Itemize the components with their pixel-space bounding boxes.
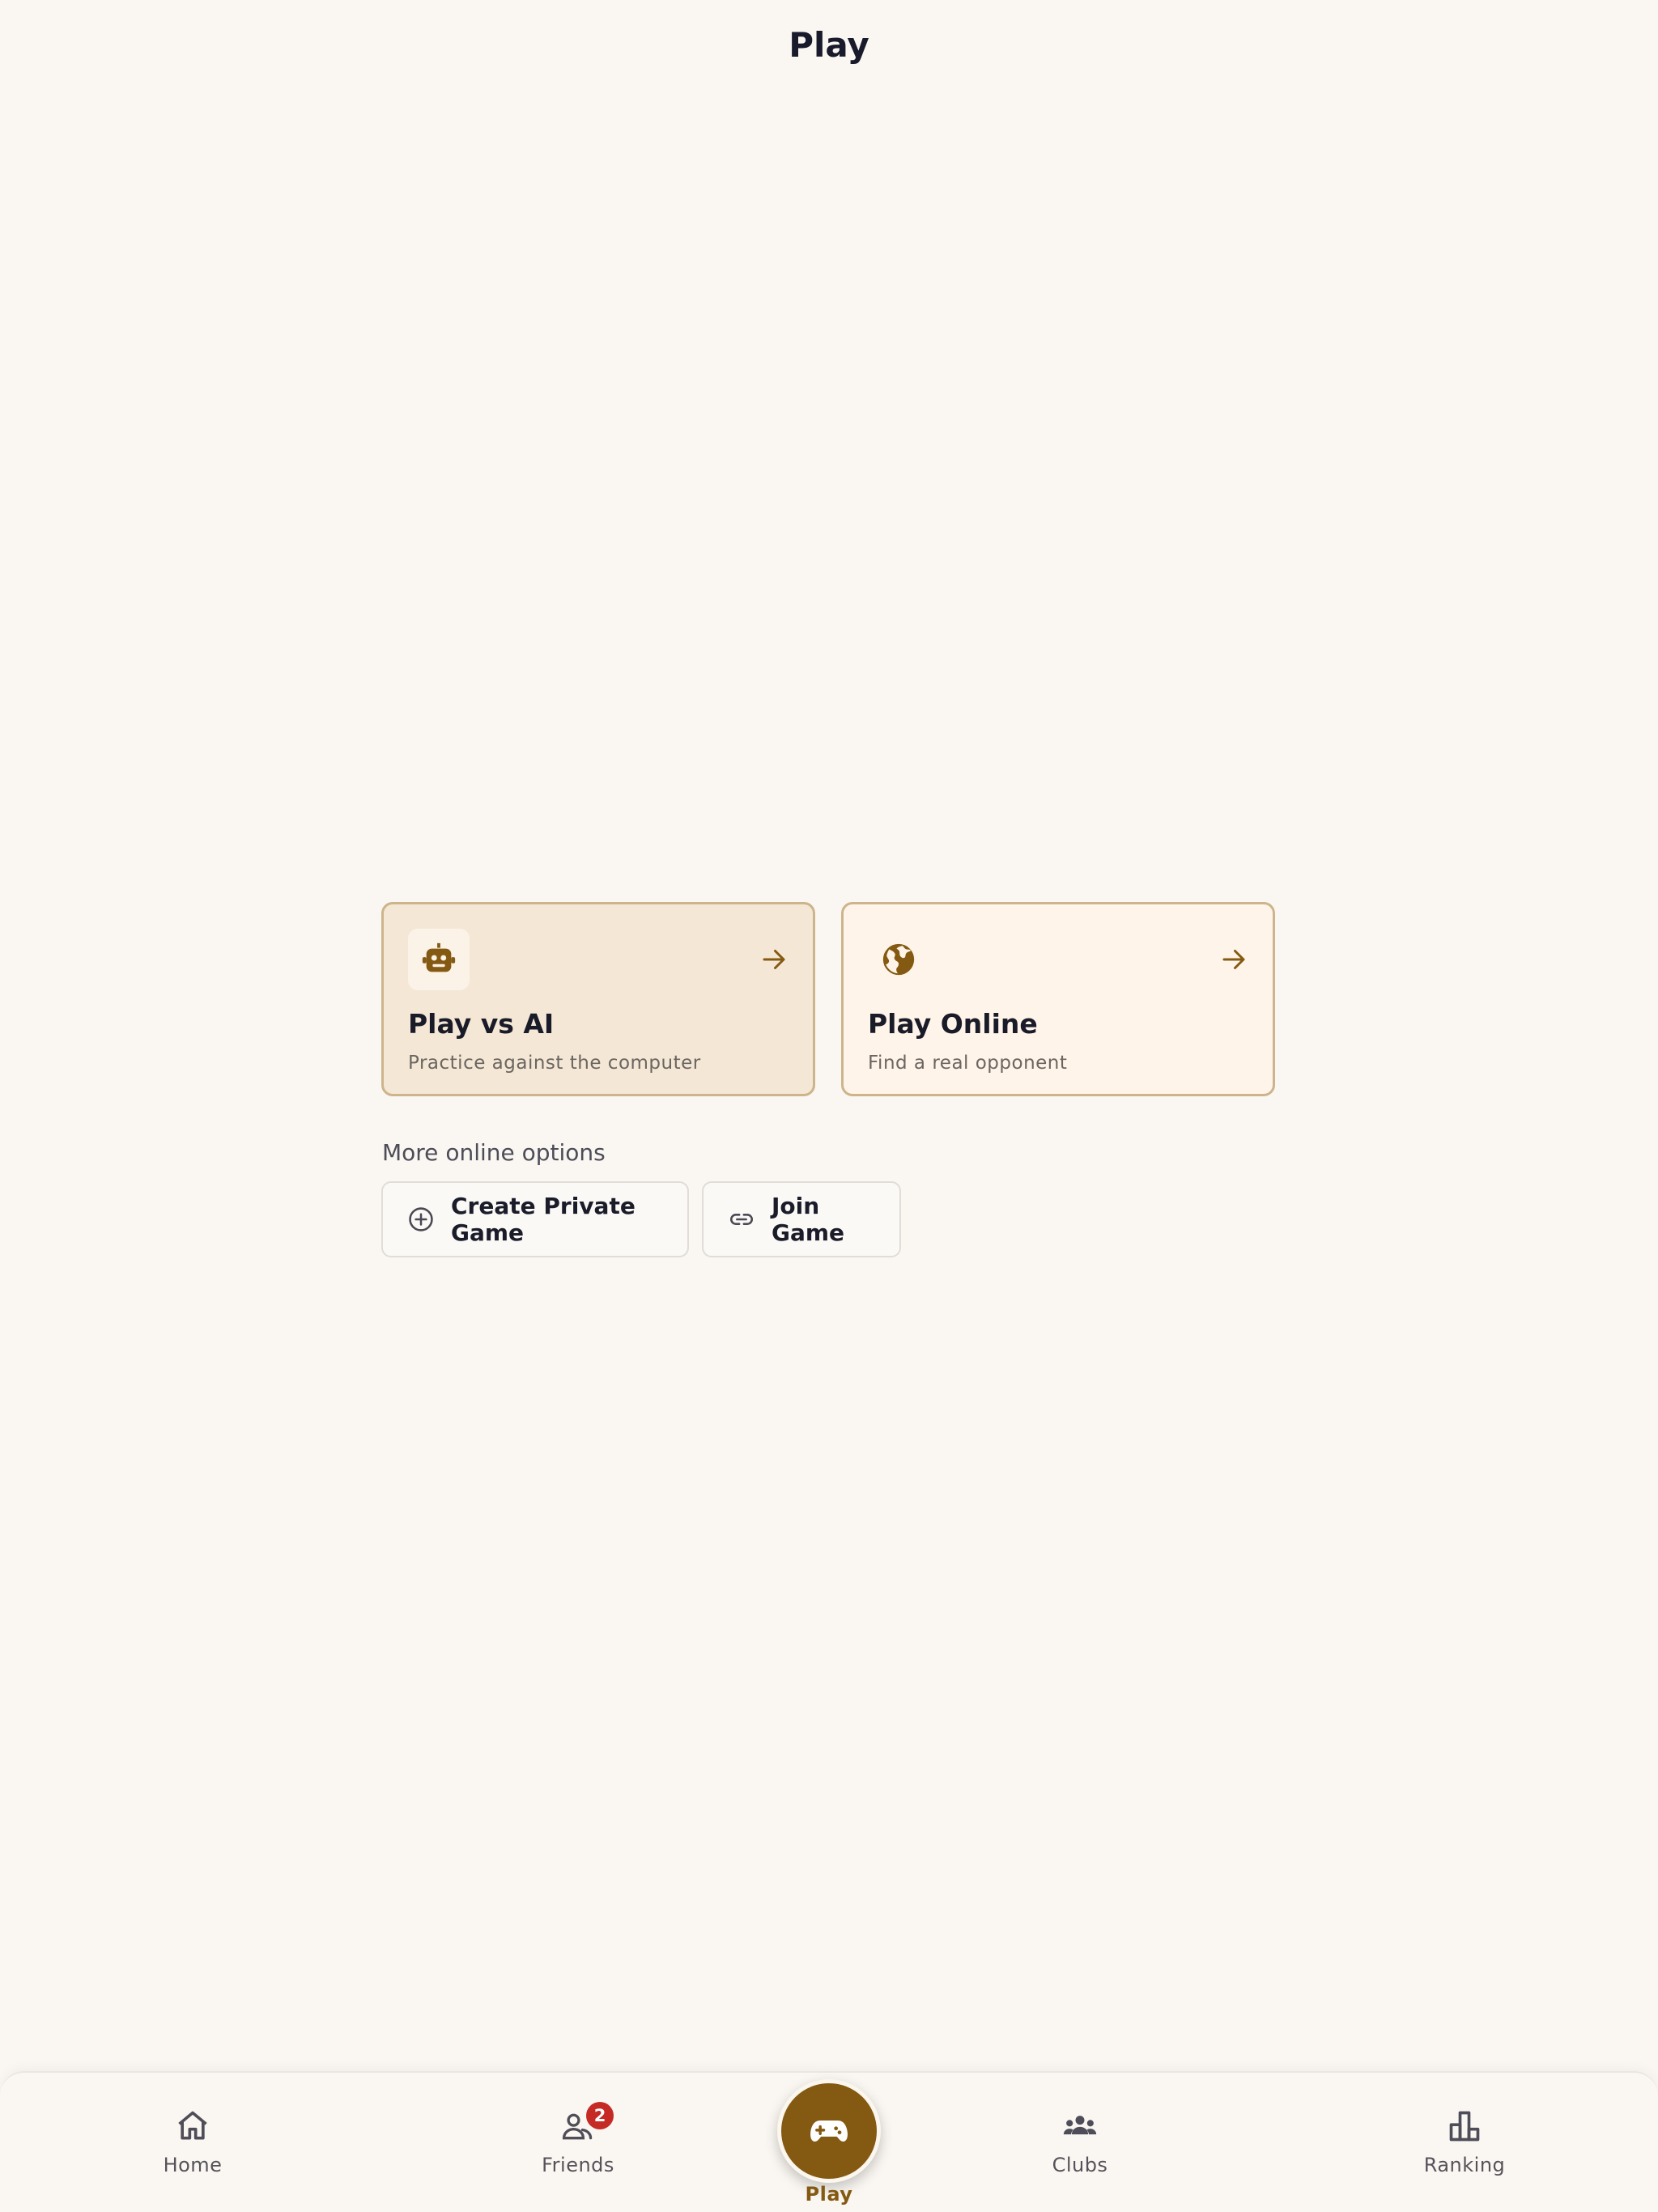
join-game-button[interactable]: Join Game bbox=[702, 1181, 901, 1257]
nav-friends-label: Friends bbox=[542, 2154, 614, 2176]
create-private-game-label: Create Private Game bbox=[451, 1193, 636, 1246]
nav-home[interactable]: Home bbox=[112, 2108, 274, 2178]
nav-home-label: Home bbox=[163, 2154, 223, 2176]
nav-ranking[interactable]: Ranking bbox=[1384, 2108, 1545, 2178]
plus-circle-icon bbox=[409, 1207, 433, 1231]
friends-badge: 2 bbox=[586, 2102, 614, 2129]
card-title: Play Online bbox=[868, 1008, 1038, 1040]
arrow-right-icon bbox=[763, 950, 785, 969]
page-title: Play bbox=[789, 25, 869, 65]
nav-clubs[interactable]: Clubs bbox=[999, 2108, 1161, 2178]
arrow-right-icon bbox=[1222, 950, 1245, 969]
nav-friends[interactable]: 2 Friends bbox=[497, 2102, 659, 2178]
play-screen: Play Play vs AI Practice against the com… bbox=[0, 0, 1658, 2212]
nav-clubs-label: Clubs bbox=[1052, 2154, 1108, 2176]
play-online-card[interactable]: Play Online Find a real opponent bbox=[841, 902, 1275, 1096]
robot-icon bbox=[408, 929, 470, 990]
link-icon bbox=[730, 1214, 753, 1225]
nav-ranking-label: Ranking bbox=[1423, 2154, 1506, 2176]
clubs-icon bbox=[1063, 2116, 1097, 2135]
card-title: Play vs AI bbox=[408, 1008, 555, 1040]
nav-play-label: Play bbox=[805, 2183, 853, 2206]
globe-icon bbox=[868, 929, 929, 990]
play-vs-ai-card[interactable]: Play vs AI Practice against the computer bbox=[381, 902, 815, 1096]
gamepad-icon bbox=[810, 2121, 848, 2142]
create-private-game-button[interactable]: Create Private Game bbox=[381, 1181, 689, 1257]
play-tab-button[interactable] bbox=[777, 2079, 881, 2183]
card-subtitle: Find a real opponent bbox=[868, 1053, 1068, 1074]
card-subtitle: Practice against the computer bbox=[408, 1053, 701, 1074]
join-game-label: Join Game bbox=[772, 1193, 845, 1246]
ranking-icon bbox=[1449, 2111, 1480, 2142]
more-options-label: More online options bbox=[382, 1139, 606, 1166]
home-icon bbox=[178, 2111, 207, 2140]
